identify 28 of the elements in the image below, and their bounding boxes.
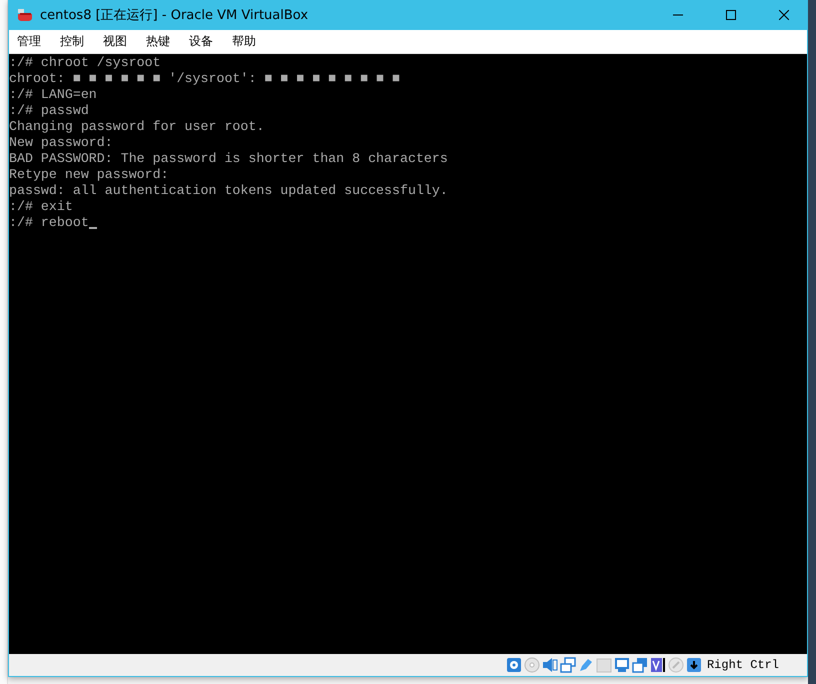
terminal-line: passwd: all authentication tokens updated successfully. — [9, 183, 448, 199]
menu-item[interactable]: 控制 — [58, 33, 86, 50]
terminal-line: :/# reboot — [9, 215, 89, 231]
host-key-label: Right Ctrl — [706, 658, 779, 672]
display-icon[interactable] — [614, 657, 630, 673]
menu-item[interactable]: 帮助 — [230, 33, 258, 50]
terminal-line: Changing password for user root. — [9, 119, 264, 135]
close-icon — [779, 10, 789, 20]
screens-icon[interactable] — [632, 657, 648, 673]
terminal-line: :/# chroot /sysroot — [9, 55, 161, 71]
terminal-line: chroot: ■ ■ ■ ■ ■ ■ '/sysroot': ■ ■ ■ ■ ■ ■ ■ ■ ■ — [9, 71, 400, 87]
cpu-icon[interactable] — [650, 657, 666, 673]
terminal-line: Retype new password: — [9, 167, 169, 183]
keyboard-icon[interactable] — [686, 657, 702, 673]
window-title: centos8 [正在运行] - Oracle VM VirtualBox — [40, 7, 310, 24]
terminal-line: :/# passwd — [9, 103, 89, 119]
app-logo-icon — [17, 7, 33, 23]
audio-icon[interactable] — [542, 657, 558, 673]
menu-item[interactable]: 管理 — [15, 33, 43, 50]
maximize-icon — [726, 10, 736, 20]
terminal-line: BAD PASSWORD: The password is shorter than 8 characters — [9, 151, 448, 167]
terminal-line: :/# LANG=en — [9, 87, 97, 103]
menu-item[interactable]: 设备 — [187, 33, 215, 50]
terminal-line: :/# exit — [9, 199, 73, 215]
terminal-line: New password: — [9, 135, 113, 151]
network-icon[interactable] — [560, 657, 576, 673]
menu-item[interactable]: 视图 — [101, 33, 129, 50]
menu-item[interactable]: 热键 — [144, 33, 172, 50]
